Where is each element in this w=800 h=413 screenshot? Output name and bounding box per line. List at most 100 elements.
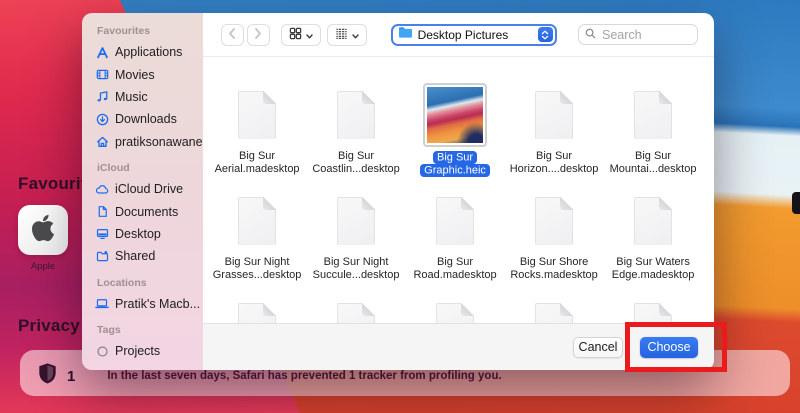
sidebar-item-label: Music — [115, 90, 148, 104]
forward-button[interactable] — [247, 24, 270, 46]
file-grid: Big Sur Aerial.madesktop Big Sur Coastli… — [203, 58, 714, 323]
file-name: Big Sur Graphic.heic — [420, 151, 490, 177]
sidebar-item-label: iCloud Drive — [115, 182, 183, 196]
chevron-right-icon — [254, 27, 262, 42]
search-icon — [585, 26, 596, 44]
document-file-icon — [535, 303, 573, 323]
downloads-icon — [95, 112, 109, 126]
sidebar-item-label: Shared — [115, 249, 155, 263]
file-name: Big Sur Night Succule...desktop — [313, 256, 400, 282]
file-item[interactable] — [209, 296, 305, 323]
file-item-selected[interactable]: Big Sur Graphic.heic — [407, 84, 503, 176]
big-sur-graphic-thumbnail — [427, 87, 483, 143]
back-button[interactable] — [221, 24, 244, 46]
sidebar-item-documents[interactable]: Documents — [95, 200, 203, 222]
document-file-icon — [337, 197, 375, 245]
sidebar-item-music[interactable]: Music — [95, 86, 203, 108]
file-browser-content: Desktop Pictures Big Sur Aerial.madeskto… — [203, 13, 714, 370]
cancel-button[interactable]: Cancel — [573, 337, 623, 358]
movies-icon — [95, 68, 109, 82]
file-item[interactable]: Big Sur Waters Edge.madesktop — [605, 190, 701, 282]
sidebar-item-label: Downloads — [115, 112, 177, 126]
sidebar-item-desktop[interactable]: Desktop — [95, 223, 203, 245]
search-field[interactable] — [578, 24, 698, 45]
cloud-icon — [95, 182, 109, 196]
icon-view-button[interactable] — [281, 24, 321, 46]
image-thumbnail-frame — [423, 83, 487, 147]
document-file-icon — [238, 91, 276, 139]
sidebar-item-label: Projects — [115, 344, 160, 358]
file-item[interactable]: Big Sur Night Succule...desktop — [308, 190, 404, 282]
sidebar-item-icloud-drive[interactable]: iCloud Drive — [95, 178, 203, 200]
apple-logo-icon — [30, 213, 56, 248]
sidebar-item-projects[interactable]: Projects — [95, 340, 203, 362]
sidebar-item-downloads[interactable]: Downloads — [95, 108, 203, 130]
music-icon — [95, 90, 109, 104]
sidebar-item-label: Pratik's Macb... — [115, 297, 200, 311]
document-file-icon — [634, 197, 672, 245]
sidebar-item-label: Desktop — [115, 227, 161, 241]
grid-view-icon — [289, 27, 302, 43]
file-item[interactable]: Big Sur Mountai...desktop — [605, 84, 701, 176]
sidebar-item-movies[interactable]: Movies — [95, 63, 203, 85]
location-dropdown-value: Desktop Pictures — [418, 28, 533, 42]
privacy-heading: Privacy — [18, 316, 80, 336]
file-name: Big Sur Horizon....desktop — [510, 150, 599, 176]
document-icon — [95, 205, 109, 219]
file-item[interactable]: Big Sur Road.madesktop — [407, 190, 503, 282]
finder-sidebar: Favourites Applications Movies Music Dow… — [82, 13, 203, 370]
file-item[interactable]: Big Sur Horizon....desktop — [506, 84, 602, 176]
document-file-icon — [337, 91, 375, 139]
dropdown-stepper-icon — [538, 27, 553, 42]
location-dropdown[interactable]: Desktop Pictures — [391, 24, 557, 46]
file-item[interactable] — [308, 296, 404, 323]
file-name: Big Sur Coastlin...desktop — [312, 150, 399, 176]
chevron-down-icon — [306, 27, 313, 42]
sidebar-item-shared[interactable]: Shared — [95, 245, 203, 267]
privacy-shield-icon — [38, 362, 57, 390]
file-item[interactable]: Big Sur Night Grasses...desktop — [209, 190, 305, 282]
file-item[interactable] — [605, 296, 701, 323]
file-name: Big Sur Mountai...desktop — [610, 150, 697, 176]
file-chooser-dialog: Favourites Applications Movies Music Dow… — [82, 13, 714, 370]
section-title: Locations — [97, 277, 203, 289]
screen: Favourites Apple Privacy 1 In the last s… — [0, 0, 800, 413]
dialog-toolbar: Desktop Pictures — [203, 13, 714, 57]
file-name: Big Sur Road.madesktop — [413, 256, 496, 282]
document-file-icon — [436, 303, 474, 323]
apple-shortcut[interactable] — [18, 205, 68, 255]
sidebar-item-applications[interactable]: Applications — [95, 41, 203, 63]
file-name: Big Sur Aerial.madesktop — [215, 150, 300, 176]
folder-icon — [398, 26, 413, 44]
file-item[interactable]: Big Sur Coastlin...desktop — [308, 84, 404, 176]
section-title: Favourites — [97, 25, 203, 37]
document-file-icon — [535, 91, 573, 139]
desktop-icon — [95, 227, 109, 241]
sidebar-section-favourites: Favourites Applications Movies Music Dow… — [95, 25, 203, 153]
chevron-left-icon — [228, 27, 236, 42]
file-item[interactable] — [407, 296, 503, 323]
section-title: Tags — [97, 324, 203, 336]
chevron-down-icon — [352, 27, 359, 42]
file-item[interactable]: Big Sur Shore Rocks.madesktop — [506, 190, 602, 282]
sidebar-item-label: pratiksonawane — [115, 135, 203, 149]
search-input[interactable] — [600, 27, 691, 43]
group-view-button[interactable] — [327, 24, 367, 46]
document-file-icon — [634, 91, 672, 139]
file-item[interactable] — [506, 296, 602, 323]
document-file-icon — [634, 303, 672, 323]
apple-shortcut-label: Apple — [18, 261, 68, 272]
sidebar-item-macbook[interactable]: Pratik's Macb... — [95, 293, 203, 315]
tracker-count: 1 — [67, 368, 75, 385]
section-title: iCloud — [97, 162, 203, 174]
file-item[interactable]: Big Sur Aerial.madesktop — [209, 84, 305, 176]
laptop-icon — [95, 297, 109, 311]
document-file-icon — [436, 197, 474, 245]
privacy-message: In the last seven days, Safari has preve… — [107, 370, 501, 382]
sidebar-section-icloud: iCloud iCloud Drive Documents Desktop Sh… — [95, 162, 203, 268]
file-name: Big Sur Shore Rocks.madesktop — [510, 256, 597, 282]
sidebar-section-locations: Locations Pratik's Macb... — [95, 277, 203, 315]
document-file-icon — [535, 197, 573, 245]
sidebar-item-home[interactable]: pratiksonawane — [95, 131, 203, 153]
file-name: Big Sur Night Grasses...desktop — [213, 256, 302, 282]
